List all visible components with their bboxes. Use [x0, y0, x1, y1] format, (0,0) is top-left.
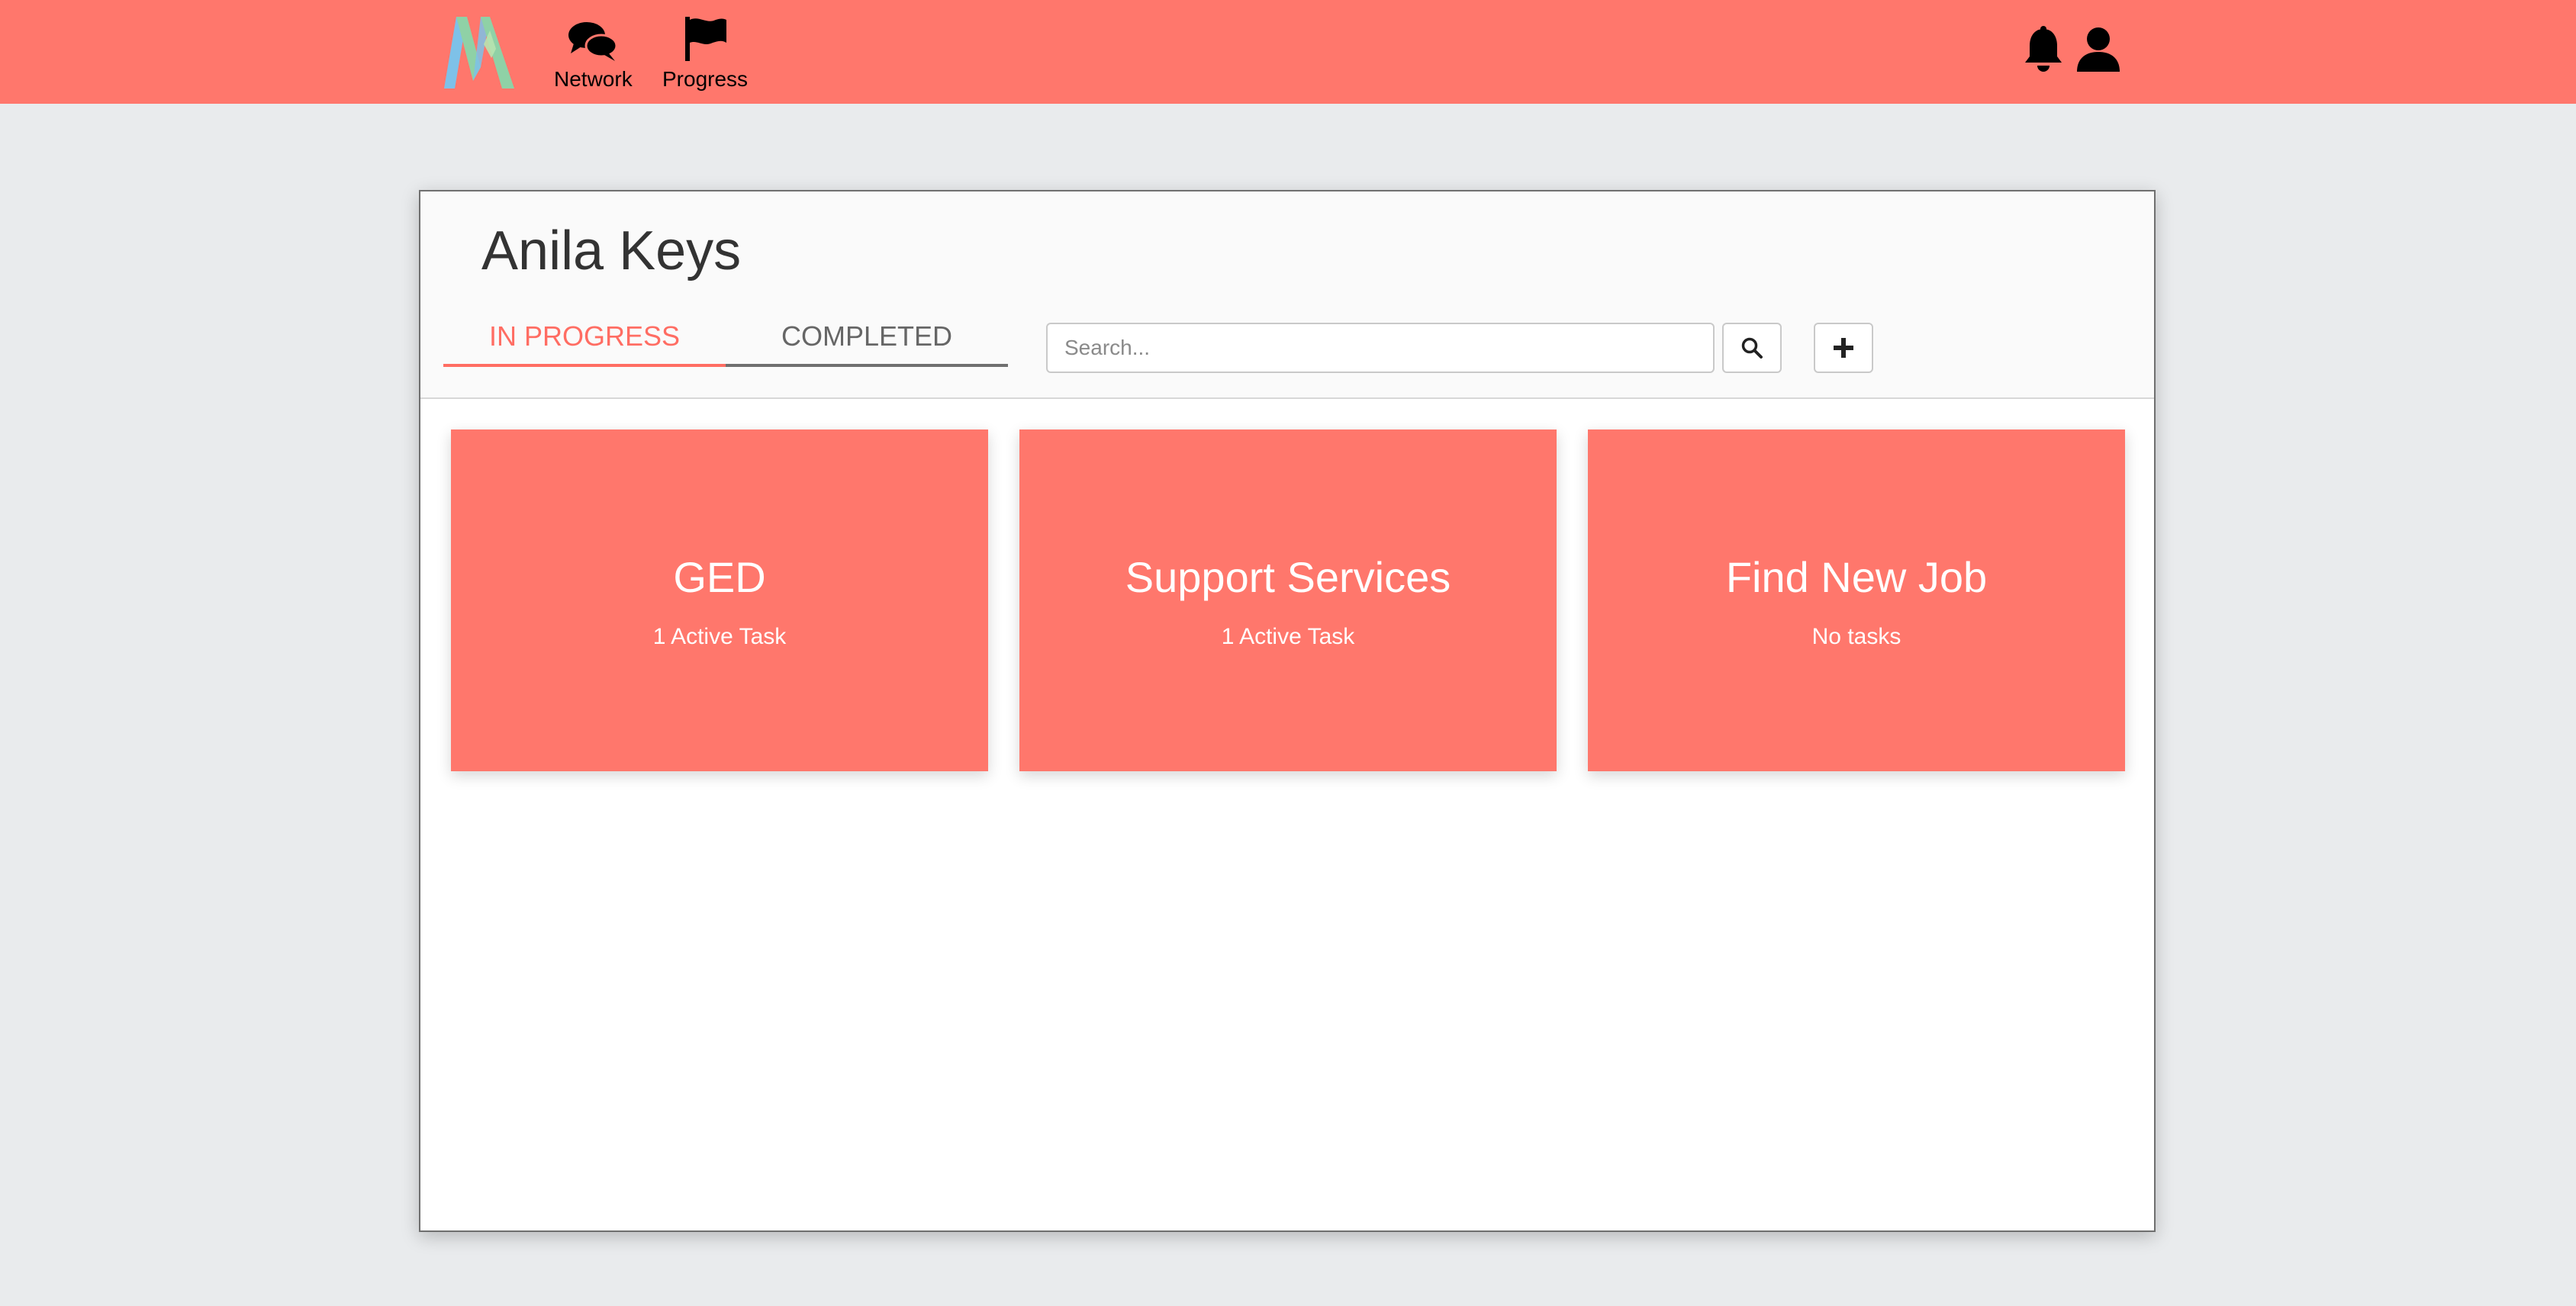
plus-icon — [1834, 338, 1853, 358]
goal-task-count: No tasks — [1811, 624, 1901, 649]
brand-logo[interactable] — [441, 14, 517, 90]
page-title: Anila Keys — [481, 220, 742, 281]
goal-task-count: 1 Active Task — [652, 624, 787, 649]
brand-logo-icon — [444, 17, 514, 88]
nav-progress[interactable]: Progress — [662, 15, 748, 92]
flag-icon — [682, 15, 728, 63]
nav-network-label: Network — [554, 67, 633, 91]
search-input[interactable] — [1046, 323, 1715, 373]
bell-icon[interactable] — [2022, 26, 2065, 79]
goal-title: Support Services — [1125, 553, 1451, 601]
tab-in-progress[interactable]: IN PROGRESS — [443, 315, 726, 367]
nav-network[interactable]: Network — [554, 15, 633, 92]
goal-card[interactable]: GED 1 Active Task — [451, 429, 988, 771]
nav-progress-label: Progress — [662, 67, 749, 91]
user-icon[interactable] — [2075, 26, 2121, 77]
goal-title: GED — [673, 553, 766, 601]
goal-card[interactable]: Find New Job No tasks — [1588, 429, 2125, 771]
add-goal-button[interactable] — [1814, 323, 1873, 373]
panel-header: Anila Keys IN PROGRESS COMPLETED — [420, 191, 2154, 399]
chat-bubbles-icon — [566, 15, 620, 63]
search-icon — [1741, 337, 1763, 359]
tab-completed[interactable]: COMPLETED — [726, 315, 1008, 367]
goals-panel: Anila Keys IN PROGRESS COMPLETED GED 1 A… — [419, 190, 2156, 1232]
goal-title: Find New Job — [1725, 553, 1988, 601]
goal-task-count: 1 Active Task — [1221, 624, 1355, 649]
goal-card[interactable]: Support Services 1 Active Task — [1019, 429, 1557, 771]
search-button[interactable] — [1722, 323, 1782, 373]
top-navigation-bar: Network Progress — [0, 0, 2576, 104]
